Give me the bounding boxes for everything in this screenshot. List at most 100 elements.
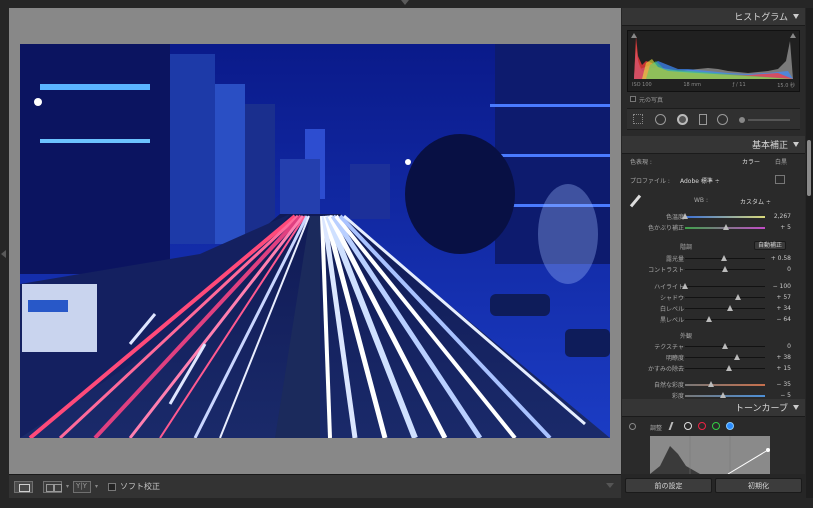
right-panel-scrollbar[interactable] bbox=[806, 8, 813, 498]
profile-dropdown[interactable]: Adobe 標準 ÷ bbox=[680, 176, 720, 185]
before-after-view-button[interactable] bbox=[73, 480, 92, 493]
temp-knob[interactable] bbox=[682, 213, 688, 219]
exif-info: ISO 100 18 mm ƒ / 11 15.0 秒 bbox=[632, 82, 795, 89]
exposure-value[interactable]: + 0.58 bbox=[771, 255, 791, 262]
histogram-header[interactable]: ヒストグラム bbox=[622, 8, 805, 26]
before-after-dropdown-icon[interactable]: ▾ bbox=[95, 483, 98, 490]
contrast-knob[interactable] bbox=[722, 266, 728, 272]
blacks-track[interactable] bbox=[685, 319, 765, 320]
crop-overlay-icon[interactable] bbox=[633, 114, 643, 124]
targeted-adjust-icon[interactable] bbox=[629, 423, 636, 430]
collapse-triangle-icon[interactable] bbox=[793, 14, 799, 19]
texture-knob[interactable] bbox=[722, 343, 728, 349]
compare-dropdown-icon[interactable]: ▾ bbox=[66, 483, 69, 490]
clarity-track[interactable] bbox=[685, 357, 765, 358]
clarity-knob[interactable] bbox=[734, 354, 740, 360]
blacks-knob[interactable] bbox=[706, 316, 712, 322]
previous-settings-button[interactable]: 前の設定 bbox=[625, 478, 712, 493]
dehaze-track[interactable] bbox=[685, 368, 765, 369]
highlights-knob[interactable] bbox=[682, 283, 688, 289]
presence-label: 外観 bbox=[680, 333, 693, 340]
blue-channel-icon[interactable] bbox=[726, 422, 734, 430]
texture-value[interactable]: 0 bbox=[787, 343, 791, 350]
shadow-clipping-icon[interactable] bbox=[631, 33, 637, 38]
photo-preview bbox=[20, 44, 610, 438]
vibrance-label: 自然な彩度 bbox=[653, 382, 684, 389]
original-photo-checkbox[interactable] bbox=[630, 96, 636, 102]
vibrance-track[interactable] bbox=[685, 384, 765, 386]
iso-value: ISO 100 bbox=[632, 82, 652, 88]
tint-value[interactable]: + 5 bbox=[780, 224, 791, 231]
auto-tone-button[interactable]: 自動補正 bbox=[754, 241, 787, 250]
collapse-triangle-icon[interactable] bbox=[793, 142, 799, 147]
loupe-view-button[interactable] bbox=[14, 480, 33, 493]
tint-slider-row[interactable]: 色かぶり補正 + 5 bbox=[622, 222, 805, 233]
panel-bottom-buttons: 前の設定 初期化 bbox=[622, 478, 805, 496]
brush-icon[interactable] bbox=[739, 117, 745, 123]
compare-view-button[interactable] bbox=[43, 480, 62, 493]
red-channel-icon[interactable] bbox=[698, 422, 706, 430]
graduated-filter-icon[interactable] bbox=[699, 114, 707, 125]
original-photo-row[interactable]: 元の写真 bbox=[630, 94, 805, 104]
red-eye-icon[interactable] bbox=[677, 114, 688, 125]
temp-slider-row[interactable]: 色温度 2,267 bbox=[622, 211, 805, 222]
tone-curve-header[interactable]: トーンカーブ bbox=[622, 399, 805, 417]
highlights-track[interactable] bbox=[685, 286, 765, 287]
shadows-knob[interactable] bbox=[735, 294, 741, 300]
treatment-bw-button[interactable]: 白黒 bbox=[775, 157, 787, 166]
shadows-track[interactable] bbox=[685, 297, 765, 298]
point-curve-rgb-icon[interactable] bbox=[684, 422, 692, 430]
basic-panel-header[interactable]: 基本補正 bbox=[622, 136, 805, 154]
shadows-slider-row[interactable]: シャドウ + 57 bbox=[622, 292, 805, 303]
clarity-slider-row[interactable]: 明瞭度 + 38 bbox=[622, 352, 805, 363]
tint-knob[interactable] bbox=[723, 224, 729, 230]
image-canvas[interactable] bbox=[9, 8, 621, 474]
wb-dropdown[interactable]: カスタム ÷ bbox=[740, 197, 771, 206]
collapse-triangle-icon[interactable] bbox=[793, 405, 799, 410]
radial-filter-icon[interactable] bbox=[717, 114, 728, 125]
texture-slider-row[interactable]: テクスチャ 0 bbox=[622, 341, 805, 352]
whites-slider-row[interactable]: 白レベル + 34 bbox=[622, 303, 805, 314]
exposure-knob[interactable] bbox=[721, 255, 727, 261]
saturation-knob[interactable] bbox=[720, 392, 726, 398]
vibrance-value[interactable]: − 35 bbox=[776, 381, 791, 388]
whites-knob[interactable] bbox=[727, 305, 733, 311]
contrast-value[interactable]: 0 bbox=[787, 266, 791, 273]
saturation-value[interactable]: − 5 bbox=[780, 392, 791, 399]
top-panel-toggle-icon[interactable] bbox=[401, 0, 409, 5]
focal-length: 18 mm bbox=[683, 82, 702, 88]
treatment-color-button[interactable]: カラー bbox=[742, 157, 760, 166]
basic-panel-title: 基本補正 bbox=[751, 141, 788, 151]
whites-track[interactable] bbox=[685, 308, 765, 309]
profile-browser-icon[interactable] bbox=[775, 175, 785, 184]
soft-proof-checkbox[interactable] bbox=[108, 482, 117, 491]
tone-curve-graph[interactable] bbox=[650, 436, 770, 474]
brush-slider[interactable] bbox=[748, 119, 790, 121]
highlights-value[interactable]: − 100 bbox=[773, 283, 791, 290]
shadows-value[interactable]: + 57 bbox=[776, 294, 791, 301]
dehaze-slider-row[interactable]: かすみの除去 + 15 bbox=[622, 363, 805, 374]
clarity-value[interactable]: + 38 bbox=[776, 354, 791, 361]
dehaze-knob[interactable] bbox=[726, 365, 732, 371]
whites-value[interactable]: + 34 bbox=[776, 305, 791, 312]
vibrance-knob[interactable] bbox=[708, 381, 714, 387]
temp-value[interactable]: 2,267 bbox=[774, 213, 791, 220]
spot-removal-icon[interactable] bbox=[655, 114, 666, 125]
parametric-curve-icon[interactable] bbox=[668, 422, 680, 430]
highlights-slider-row[interactable]: ハイライト − 100 bbox=[622, 281, 805, 292]
left-panel-toggle-icon[interactable] bbox=[1, 250, 6, 258]
wb-eyedropper-icon[interactable] bbox=[629, 194, 642, 208]
highlight-clipping-icon[interactable] bbox=[790, 33, 796, 38]
exposure-slider-row[interactable]: 露光量 + 0.58 bbox=[622, 253, 805, 264]
vibrance-slider-row[interactable]: 自然な彩度 − 35 bbox=[622, 379, 805, 390]
histogram[interactable]: ISO 100 18 mm ƒ / 11 15.0 秒 bbox=[627, 30, 800, 92]
contrast-slider-row[interactable]: コントラスト 0 bbox=[622, 264, 805, 275]
blacks-slider-row[interactable]: 黒レベル − 64 bbox=[622, 314, 805, 325]
green-channel-icon[interactable] bbox=[712, 422, 720, 430]
reset-button[interactable]: 初期化 bbox=[715, 478, 802, 493]
dehaze-value[interactable]: + 15 bbox=[776, 365, 791, 372]
blacks-value[interactable]: − 64 bbox=[776, 316, 791, 323]
toolbar-menu-icon[interactable] bbox=[606, 483, 614, 488]
temp-track[interactable] bbox=[685, 216, 765, 218]
scrollbar-thumb[interactable] bbox=[807, 140, 811, 196]
